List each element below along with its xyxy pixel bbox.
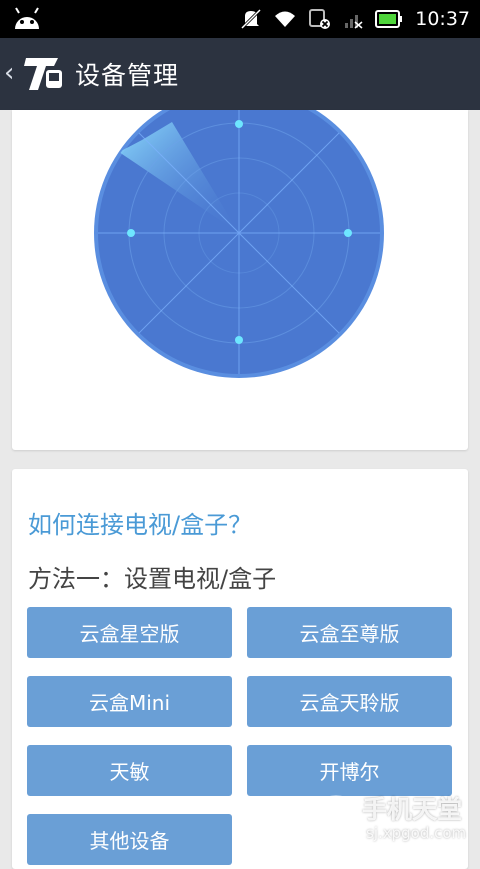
status-time: 10:37 — [415, 8, 470, 30]
help-title: 如何连接电视/盒子？ — [28, 511, 253, 539]
watermark: 手机天堂 sj.xpgod.com — [314, 790, 474, 850]
watermark-main: 手机天堂 — [362, 795, 463, 824]
device-button[interactable]: 云盒星空版 — [27, 607, 232, 658]
radar-dot — [235, 336, 243, 344]
sim-blocked-icon — [309, 8, 331, 30]
method-label: 方法一：设置电视/盒子 — [28, 565, 277, 593]
radar-dot — [235, 120, 243, 128]
radar-scanner — [94, 88, 384, 378]
chevron-left-icon[interactable]: ‹ — [4, 58, 14, 88]
mute-icon — [241, 8, 262, 30]
device-button[interactable]: 云盒天聆版 — [247, 676, 452, 727]
page-title: 设备管理 — [75, 61, 180, 90]
device-button[interactable]: 云盒Mini — [27, 676, 232, 727]
device-button[interactable]: 云盒至尊版 — [247, 607, 452, 658]
watermark-logo-icon — [318, 795, 354, 841]
app-bar: ‹ 设备管理 — [0, 38, 480, 110]
app-logo[interactable] — [22, 50, 68, 96]
status-bar: 10:37 — [0, 0, 480, 38]
device-button[interactable]: 天敏 — [27, 745, 232, 796]
signal-icon — [343, 9, 363, 29]
radar-dot — [344, 229, 352, 237]
radar-dot — [127, 229, 135, 237]
android-icon — [12, 7, 42, 35]
watermark-sub: sj.xpgod.com — [366, 824, 467, 842]
battery-icon — [375, 10, 403, 28]
wifi-icon — [273, 9, 297, 29]
device-button[interactable]: 其他设备 — [27, 814, 232, 865]
radar-card — [12, 88, 468, 450]
device-button[interactable]: 开博尔 — [247, 745, 452, 796]
